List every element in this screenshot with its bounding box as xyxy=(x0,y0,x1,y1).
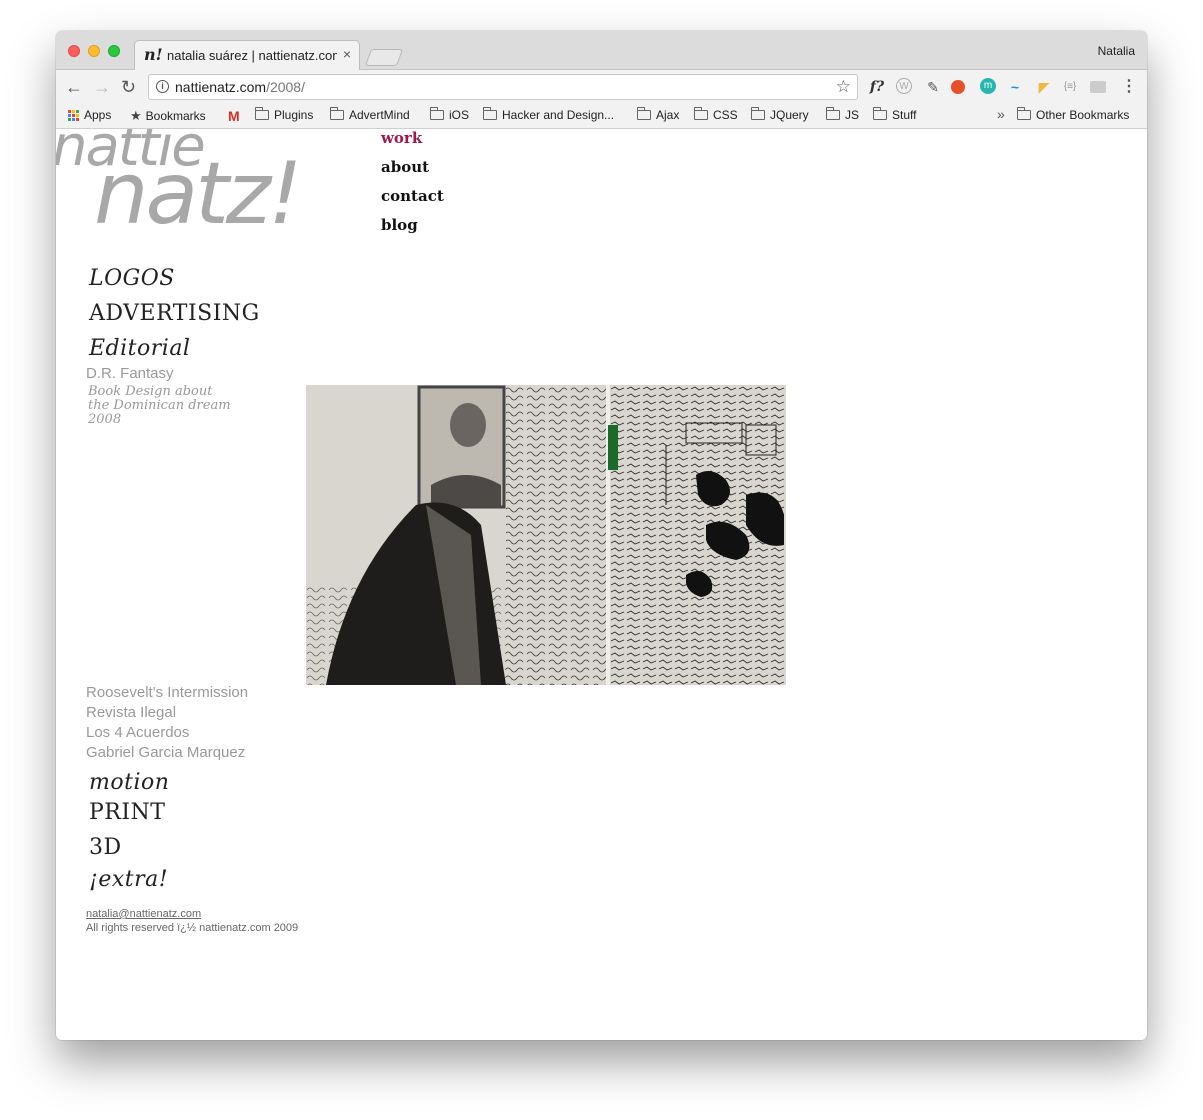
bookmarks-overflow-icon[interactable]: » xyxy=(997,106,1005,122)
bookmark-label: Plugins xyxy=(274,108,314,122)
bookmark-js[interactable]: JS xyxy=(826,107,860,122)
bookmark-label: Hacker and Design... xyxy=(502,108,615,122)
fire-extension-icon[interactable] xyxy=(951,80,965,94)
category-logos[interactable]: LOGOS xyxy=(89,266,175,291)
bookmark-ios[interactable]: iOS xyxy=(430,107,470,122)
project-dr-fantasy[interactable]: D.R. Fantasy xyxy=(86,365,174,382)
bookmark-label: Stuff xyxy=(892,108,917,122)
site-info-icon[interactable]: i xyxy=(156,80,169,93)
minimize-window-button[interactable] xyxy=(88,45,100,57)
category-extra[interactable]: ¡extra! xyxy=(89,867,168,892)
bookmark-label: Ajax xyxy=(656,108,680,122)
folder-icon xyxy=(637,107,651,120)
project-los-4-acuerdos[interactable]: Los 4 Acuerdos xyxy=(86,724,189,741)
tag-extension-icon[interactable]: ◤ xyxy=(1035,78,1053,96)
bookmark-label: CSS xyxy=(713,108,738,122)
wave-extension-icon[interactable]: ~ xyxy=(1006,78,1024,96)
m-extension-icon[interactable]: m xyxy=(980,78,996,94)
category-motion[interactable]: motion xyxy=(89,770,169,795)
category-print[interactable]: PRINT xyxy=(89,800,165,825)
chrome-menu-icon[interactable]: ⋮ xyxy=(1120,78,1138,96)
folder-icon xyxy=(483,107,497,120)
gmail-icon[interactable]: M xyxy=(228,108,240,124)
bookmark-label: JS xyxy=(845,108,860,122)
folder-icon xyxy=(255,107,269,120)
folder-icon xyxy=(694,107,708,120)
footer-copyright: All rights reserved ï¿½ nattienatz.com 2… xyxy=(86,922,299,934)
project-revista-ilegal[interactable]: Revista Ilegal xyxy=(86,704,176,721)
bookmark-star-icon[interactable]: ☆ xyxy=(836,77,851,97)
nav-work[interactable]: work xyxy=(381,129,422,147)
nav-contact[interactable]: contact xyxy=(381,187,444,205)
bookmark-jquery[interactable]: JQuery xyxy=(751,107,809,122)
profile-name[interactable]: Natalia xyxy=(1098,44,1135,58)
category-editorial[interactable]: Editorial xyxy=(89,336,190,361)
bookmark-ajax[interactable]: Ajax xyxy=(637,107,680,122)
apps-grid-icon xyxy=(68,109,79,121)
back-arrow-icon[interactable]: ← xyxy=(65,77,83,98)
wordpress-extension-icon[interactable]: W xyxy=(896,78,912,94)
folder-icon xyxy=(873,107,887,120)
browser-tab[interactable]: n! natalia suárez | nattienatz.com × xyxy=(134,40,360,70)
reload-icon[interactable]: ↻ xyxy=(121,77,136,98)
tab-strip: n! natalia suárez | nattienatz.com × Nat… xyxy=(56,31,1147,70)
bookmark-css[interactable]: CSS xyxy=(694,107,738,122)
favicon-icon: n! xyxy=(144,45,163,64)
color-picker-extension-icon[interactable]: ✎ xyxy=(924,78,942,96)
project-gabriel-garcia-marquez[interactable]: Gabriel Garcia Marquez xyxy=(86,744,245,761)
bookmark-label: Bookmarks xyxy=(145,109,206,123)
json-extension-icon[interactable]: {≡} xyxy=(1061,78,1079,96)
bookmark-apps[interactable]: Apps xyxy=(68,108,111,122)
category-advertising[interactable]: ADVERTISING xyxy=(89,301,260,326)
bookmark-stuff[interactable]: Stuff xyxy=(873,107,917,122)
zoom-window-button[interactable] xyxy=(108,45,120,57)
folder-icon xyxy=(1017,107,1031,120)
project-roosevelts-intermission[interactable]: Roosevelt's Intermission xyxy=(86,684,248,701)
logo-line-2: natz! xyxy=(94,144,303,244)
desc-line: the Dominican dream xyxy=(88,398,231,413)
bookmark-advertmind[interactable]: AdvertMind xyxy=(330,107,410,122)
browser-window: n! natalia suárez | nattienatz.com × Nat… xyxy=(56,31,1147,1040)
close-window-button[interactable] xyxy=(68,45,80,57)
bookmark-hacker-design[interactable]: Hacker and Design... xyxy=(483,107,615,122)
bookmark-label: Other Bookmarks xyxy=(1036,108,1130,122)
desc-line: Book Design about xyxy=(88,384,213,399)
nav-blog[interactable]: blog xyxy=(381,216,418,234)
star-icon: ★ xyxy=(130,108,142,123)
address-bar[interactable]: i nattienatz.com/2008/ ☆ xyxy=(148,74,858,100)
folder-icon xyxy=(330,107,344,120)
nav-about[interactable]: about xyxy=(381,158,429,176)
folder-icon xyxy=(751,107,765,120)
footer-email-link[interactable]: natalia@nattienatz.com xyxy=(86,908,201,920)
bookmarks-bar: Apps ★ Bookmarks M Plugins AdvertMind iO… xyxy=(56,106,1147,129)
bookmark-label: AdvertMind xyxy=(349,108,410,122)
grey-extension-icon[interactable] xyxy=(1090,81,1106,93)
folder-icon xyxy=(430,107,444,120)
url-text[interactable]: nattienatz.com/2008/ xyxy=(175,79,305,95)
bookmark-label: JQuery xyxy=(770,108,809,122)
project-artwork-image xyxy=(306,385,786,685)
desc-year: 2008 xyxy=(88,412,122,427)
folder-icon xyxy=(826,107,840,120)
toolbar: ← → ↻ i nattienatz.com/2008/ ☆ f? W ✎ m … xyxy=(56,70,1147,106)
web-page: nattie natz! work about contact blog LOG… xyxy=(56,129,1147,1040)
category-3d[interactable]: 3D xyxy=(89,835,122,860)
tab-close-icon[interactable]: × xyxy=(343,46,351,62)
project-description: Book Design about the Dominican dream 20… xyxy=(88,385,231,427)
artwork-svg xyxy=(306,385,786,685)
fontface-extension-icon[interactable]: f? xyxy=(868,78,886,96)
bookmark-label: Apps xyxy=(84,108,112,122)
bookmark-other[interactable]: Other Bookmarks xyxy=(1017,107,1130,122)
bookmark-bookmarks[interactable]: ★ Bookmarks xyxy=(130,108,206,124)
tab-title: natalia suárez | nattienatz.com xyxy=(167,48,337,63)
bookmark-label: iOS xyxy=(449,108,470,122)
forward-arrow-icon[interactable]: → xyxy=(93,77,111,98)
bookmark-plugins[interactable]: Plugins xyxy=(255,107,314,122)
new-tab-button[interactable] xyxy=(364,49,404,66)
